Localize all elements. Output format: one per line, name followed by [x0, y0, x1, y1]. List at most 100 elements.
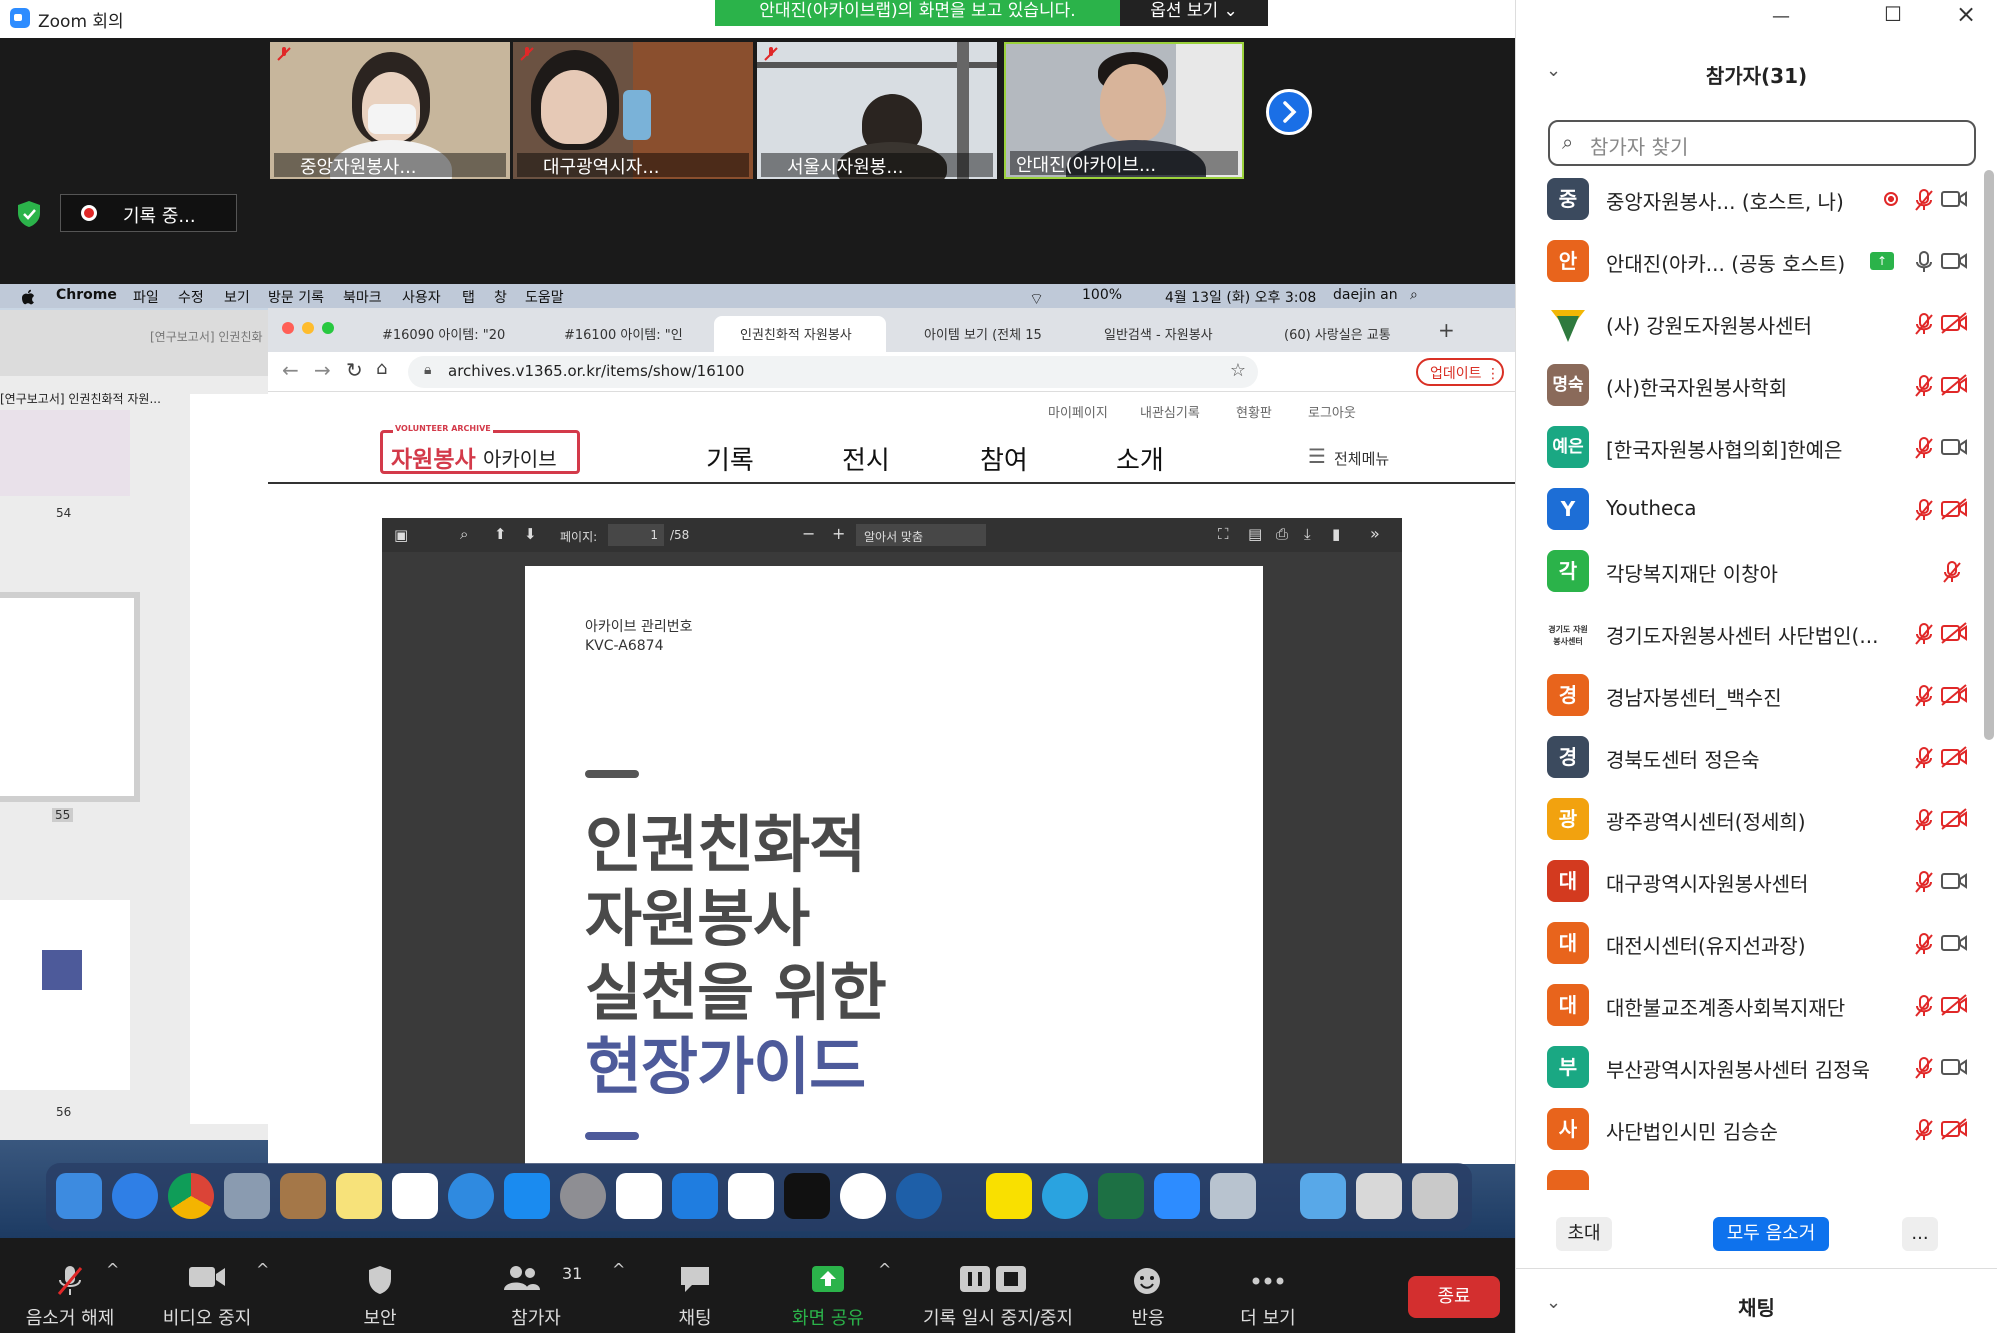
participant-row[interactable]: 경 경남자봉센터_백수진	[1516, 664, 1997, 726]
participant-row[interactable]: 명숙 (사)한국자원봉사학회	[1516, 354, 1997, 416]
end-meeting-button[interactable]: 종료	[1408, 1276, 1500, 1318]
video-thumbnail[interactable]: 대구광역시자...	[513, 42, 753, 179]
participant-row[interactable]: 사 사단법인시민 김승순	[1516, 1098, 1997, 1160]
top-link-logout[interactable]: 로그아웃	[1308, 402, 1356, 421]
participant-search-input[interactable]: ⌕ 참가자 찾기	[1548, 120, 1976, 166]
participant-row[interactable]: (사) 강원도자원봉사센터	[1516, 292, 1997, 354]
safari-icon[interactable]	[112, 1173, 158, 1219]
search-icon[interactable]: ⌕	[460, 525, 468, 543]
bookmark-icon[interactable]: ▮	[1332, 525, 1340, 543]
participant-row[interactable]: 부 부산광역시자원봉사센터 김정욱	[1516, 1036, 1997, 1098]
download-icon[interactable]: ⤓	[1304, 525, 1311, 543]
page-thumbnail[interactable]	[0, 900, 130, 1090]
zoom-app-icon[interactable]	[1154, 1173, 1200, 1219]
menu-item[interactable]: 창	[494, 287, 507, 307]
calendar-icon[interactable]	[392, 1173, 438, 1219]
chrome-icon[interactable]	[168, 1173, 214, 1219]
video-thumbnail-active-speaker[interactable]: 안대진(아카이브...	[1004, 42, 1244, 179]
audio-options-chevron-icon[interactable]: ^	[106, 1260, 119, 1279]
page-thumbnail-selected[interactable]	[0, 592, 140, 802]
participant-row[interactable]: 예은 [한국자원봉사협의회]한예은	[1516, 416, 1997, 478]
system-preferences-icon[interactable]	[560, 1173, 606, 1219]
browser-tab[interactable]: 일반검색 - 자원봉사	[1078, 316, 1248, 352]
menubar-app[interactable]: Chrome	[56, 287, 117, 303]
kakaotalk-icon[interactable]	[986, 1173, 1032, 1219]
participant-row[interactable]: 대 대전시센터(유지선과장)	[1516, 912, 1997, 974]
pages-icon[interactable]	[616, 1173, 662, 1219]
menu-item[interactable]: 파일	[133, 287, 159, 307]
unmute-button[interactable]: 음소거 해제	[0, 1238, 140, 1333]
mail-icon[interactable]	[224, 1173, 270, 1219]
page-number-input[interactable]: 1	[608, 524, 664, 546]
document-stack-icon[interactable]	[1356, 1173, 1402, 1219]
finder-icon[interactable]	[56, 1173, 102, 1219]
reload-icon[interactable]: ↻	[346, 358, 363, 382]
nav-participate[interactable]: 참여	[980, 440, 1028, 477]
participant-row[interactable]: 대 대한불교조계종사회복지재단	[1516, 974, 1997, 1036]
close-window-icon[interactable]: ×	[1956, 0, 1976, 28]
maximize-window-button[interactable]	[322, 322, 334, 334]
menubar-user[interactable]: daejin an	[1333, 287, 1398, 303]
recording-indicator[interactable]: 기록 중...	[60, 194, 237, 232]
chrome-update-button[interactable]: 업데이트 ⋮	[1416, 358, 1504, 386]
next-page-icon[interactable]: ⬇	[524, 525, 537, 543]
contacts-icon[interactable]	[280, 1173, 326, 1219]
excel-icon[interactable]	[1098, 1173, 1144, 1219]
site-logo[interactable]: VOLUNTEER ARCHIVE 자원봉사 아카이브	[380, 424, 580, 474]
mute-all-button[interactable]: 모두 음소거	[1713, 1217, 1829, 1251]
participants-button[interactable]: 31 참가자	[466, 1238, 606, 1333]
notes-icon[interactable]	[336, 1173, 382, 1219]
zoom-out-icon[interactable]: −	[802, 524, 815, 543]
menu-item[interactable]: 보기	[224, 287, 250, 307]
trash-icon[interactable]	[1412, 1173, 1458, 1219]
nav-exhibition[interactable]: 전시	[842, 440, 890, 477]
participant-row[interactable]: 광 광주광역시센터(정세희)	[1516, 788, 1997, 850]
page-thumbnail[interactable]	[0, 410, 130, 496]
zoom-in-icon[interactable]: +	[832, 524, 845, 543]
next-page-button[interactable]	[1266, 89, 1312, 135]
back-arrow-icon[interactable]: ←	[282, 358, 299, 382]
security-shield-icon[interactable]	[14, 199, 44, 229]
music-icon[interactable]	[840, 1173, 886, 1219]
telegram-icon[interactable]	[1042, 1173, 1088, 1219]
menu-item[interactable]: 북마크	[343, 287, 382, 307]
stop-video-button[interactable]: 비디오 중지	[137, 1238, 277, 1333]
video-thumbnail[interactable]: 중앙자원봉사...	[270, 42, 510, 179]
app-store-icon[interactable]	[504, 1173, 550, 1219]
numbers-icon[interactable]	[728, 1173, 774, 1219]
home-icon[interactable]: ⌂	[376, 358, 387, 379]
fullscreen-icon[interactable]: ⛶	[1218, 525, 1229, 543]
zoom-select[interactable]: 알아서 맞춤	[856, 524, 986, 546]
participant-row[interactable]: Y Youtheca	[1516, 478, 1997, 540]
participant-row[interactable]: 경 경북도센터 정은숙	[1516, 726, 1997, 788]
address-bar[interactable]: 🔒︎ archives.v1365.or.kr/items/show/16100…	[408, 356, 1258, 388]
terminal-icon[interactable]	[784, 1173, 830, 1219]
minimize-window-icon[interactable]: —	[1772, 6, 1790, 27]
close-window-button[interactable]	[282, 322, 294, 334]
participant-list-scrollbar[interactable]	[1984, 170, 1994, 740]
forward-arrow-icon[interactable]: →	[314, 358, 331, 382]
participant-row[interactable]: 각 각당복지재단 이창아	[1516, 540, 1997, 602]
menu-item[interactable]: 탭	[462, 287, 475, 307]
video-options-chevron-icon[interactable]: ^	[256, 1260, 269, 1279]
tools-more-icon[interactable]: »	[1370, 524, 1380, 543]
browser-tab[interactable]: (60) 사랑실은 교통	[1258, 316, 1418, 352]
top-link-status[interactable]: 현황판	[1236, 402, 1272, 421]
spotlight-search-icon[interactable]: ⌕	[1410, 287, 1418, 303]
top-link-favorites[interactable]: 내관심기록	[1140, 402, 1200, 421]
reactions-button[interactable]: 반응	[1078, 1238, 1218, 1333]
sidebar-toggle-icon[interactable]: ▣	[394, 526, 408, 544]
security-button[interactable]: 보안	[310, 1238, 450, 1333]
chat-button[interactable]: 채팅	[625, 1238, 765, 1333]
video-thumbnail[interactable]: 서울시자원봉...	[757, 42, 997, 179]
menubar-datetime[interactable]: 4월 13일 (화) 오후 3:08	[1165, 287, 1316, 307]
share-screen-button[interactable]: 화면 공유	[758, 1238, 898, 1333]
menu-item[interactable]: 사용자	[402, 287, 441, 307]
open-file-icon[interactable]: ▤	[1248, 525, 1262, 543]
downloads-folder-icon[interactable]	[1300, 1173, 1346, 1219]
maximize-window-icon[interactable]: ☐	[1884, 2, 1902, 26]
pause-stop-recording-button[interactable]: 기록 일시 중지/중지	[923, 1238, 1073, 1333]
browser-tab[interactable]: 아이템 보기 (전체 15	[898, 316, 1068, 352]
participants-options-chevron-icon[interactable]: ^	[612, 1260, 625, 1279]
browser-tab-active[interactable]: 인권친화적 자원봉사	[714, 316, 886, 352]
